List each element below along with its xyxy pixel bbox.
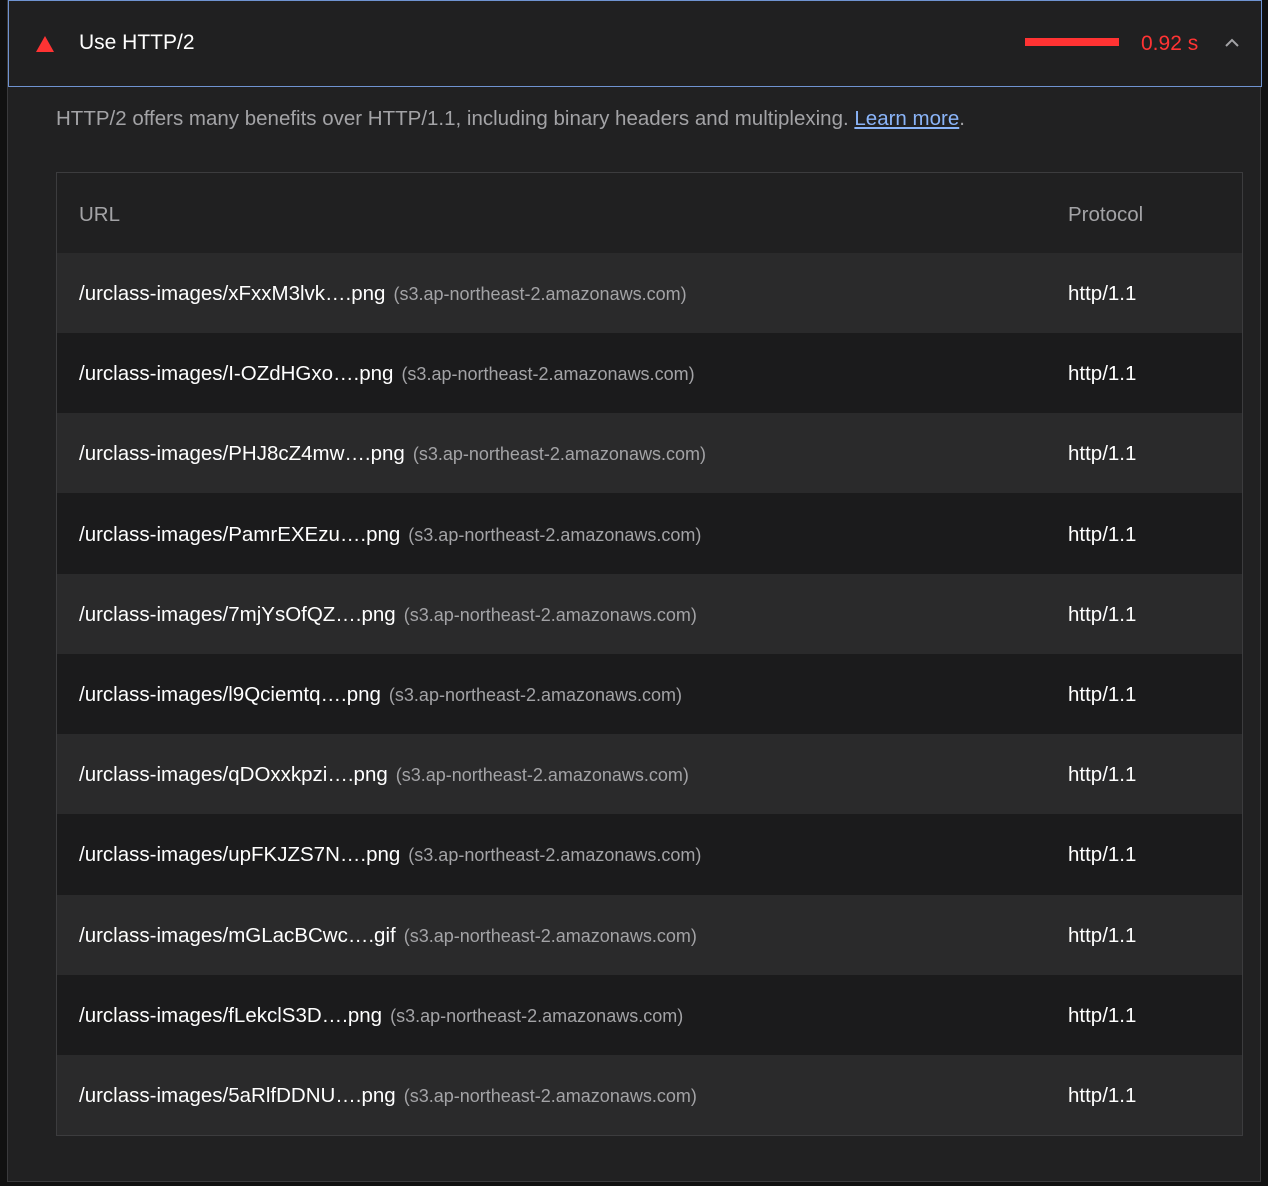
table-row: /urclass-images/5aRlfDDNU….png (s3.ap-nor… [57, 1055, 1242, 1135]
table-row: /urclass-images/7mjYsOfQZ….png (s3.ap-nor… [57, 573, 1242, 654]
table-row: /urclass-images/PHJ8cZ4mw….png (s3.ap-nor… [57, 413, 1242, 494]
url-cell: /urclass-images/5aRlfDDNU….png (s3.ap-nor… [79, 1083, 697, 1111]
table-row: /urclass-images/PamrEXEzu….png (s3.ap-nor… [57, 493, 1242, 574]
audit-header-toggle[interactable]: Use HTTP/2 0.92 s [8, 0, 1262, 87]
protocol-cell: http/1.1 [1068, 522, 1137, 546]
url-path[interactable]: /urclass-images/PamrEXEzu….png [79, 523, 400, 546]
learn-more-link[interactable]: Learn more [854, 107, 959, 130]
url-host: (s3.ap-northeast-2.amazonaws.com) [412, 444, 706, 465]
protocol-cell: http/1.1 [1068, 282, 1137, 305]
chevron-up-icon[interactable] [1224, 36, 1240, 48]
url-cell: /urclass-images/xFxxM3lvk….png (s3.ap-nor… [79, 281, 687, 309]
protocol-cell: http/1.1 [1068, 442, 1137, 466]
url-path[interactable]: /urclass-images/xFxxM3lvk….png [79, 282, 385, 305]
warning-triangle-icon [36, 36, 54, 52]
table-row: /urclass-images/I-OZdHGxo….png (s3.ap-nor… [57, 333, 1242, 414]
url-cell: /urclass-images/mGLacBCwc….gif (s3.ap-nor… [79, 923, 697, 951]
url-cell: /urclass-images/l9Qciemtq….png (s3.ap-nor… [79, 682, 682, 710]
column-header-protocol: Protocol [1068, 203, 1144, 226]
url-host: (s3.ap-northeast-2.amazonaws.com) [408, 845, 702, 866]
table-row: /urclass-images/fLekclS3D….png (s3.ap-nor… [57, 974, 1242, 1055]
url-cell: /urclass-images/PHJ8cZ4mw….png (s3.ap-nor… [79, 441, 706, 469]
protocol-cell: http/1.1 [1068, 843, 1137, 867]
url-path[interactable]: /urclass-images/qDOxxkpzi….png [79, 763, 388, 786]
description-period: . [959, 107, 965, 130]
url-cell: /urclass-images/fLekclS3D….png (s3.ap-nor… [79, 1003, 683, 1031]
url-path[interactable]: /urclass-images/mGLacBCwc….gif [79, 924, 396, 947]
url-path[interactable]: /urclass-images/PHJ8cZ4mw….png [79, 442, 405, 465]
protocol-cell: http/1.1 [1068, 1003, 1137, 1027]
url-path[interactable]: /urclass-images/I-OZdHGxo….png [79, 362, 393, 385]
protocol-cell: http/1.1 [1068, 683, 1137, 706]
protocol-cell: http/1.1 [1068, 763, 1137, 787]
protocol-cell: http/1.1 [1068, 1084, 1137, 1107]
url-cell: /urclass-images/PamrEXEzu….png (s3.ap-nor… [79, 522, 701, 550]
table-header: URL Protocol [57, 173, 1242, 253]
audit-description: HTTP/2 offers many benefits over HTTP/1.… [56, 106, 965, 132]
table-row: /urclass-images/qDOxxkpzi….png (s3.ap-nor… [57, 734, 1242, 815]
url-host: (s3.ap-northeast-2.amazonaws.com) [403, 1086, 697, 1106]
url-path[interactable]: /urclass-images/5aRlfDDNU….png [79, 1084, 396, 1107]
url-host: (s3.ap-northeast-2.amazonaws.com) [401, 364, 695, 385]
url-path[interactable]: /urclass-images/7mjYsOfQZ….png [79, 603, 396, 626]
column-header-url: URL [79, 203, 121, 226]
url-cell: /urclass-images/upFKJZS7N….png (s3.ap-nor… [79, 842, 701, 870]
table-row: /urclass-images/l9Qciemtq….png (s3.ap-nor… [57, 654, 1242, 734]
url-path[interactable]: /urclass-images/fLekclS3D….png [79, 1004, 382, 1027]
url-cell: /urclass-images/I-OZdHGxo….png (s3.ap-nor… [79, 361, 695, 389]
audit-title: Use HTTP/2 [79, 31, 195, 54]
url-host: (s3.ap-northeast-2.amazonaws.com) [408, 524, 702, 545]
table-row: /urclass-images/upFKJZS7N….png (s3.ap-nor… [57, 814, 1242, 895]
table-row: /urclass-images/mGLacBCwc….gif (s3.ap-nor… [57, 894, 1242, 975]
url-cell: /urclass-images/qDOxxkpzi….png (s3.ap-nor… [79, 762, 689, 790]
url-path[interactable]: /urclass-images/l9Qciemtq….png [79, 683, 381, 706]
url-cell: /urclass-images/7mjYsOfQZ….png (s3.ap-nor… [79, 602, 697, 630]
url-protocol-table: URL Protocol /urclass-images/xFxxM3lvk….… [56, 172, 1243, 1136]
url-host: (s3.ap-northeast-2.amazonaws.com) [393, 284, 687, 304]
url-host: (s3.ap-northeast-2.amazonaws.com) [395, 765, 689, 786]
savings-value: 0.92 s [1141, 32, 1199, 55]
url-host: (s3.ap-northeast-2.amazonaws.com) [390, 1005, 684, 1026]
audit-panel: Use HTTP/2 0.92 s HTTP/2 offers many ben… [7, 0, 1262, 1182]
url-path[interactable]: /urclass-images/upFKJZS7N….png [79, 843, 400, 866]
protocol-cell: http/1.1 [1068, 602, 1137, 626]
url-host: (s3.ap-northeast-2.amazonaws.com) [403, 604, 697, 625]
url-host: (s3.ap-northeast-2.amazonaws.com) [403, 925, 697, 946]
url-host: (s3.ap-northeast-2.amazonaws.com) [388, 685, 683, 705]
table-row: /urclass-images/xFxxM3lvk….png (s3.ap-nor… [57, 253, 1242, 333]
savings-bar [1025, 38, 1119, 46]
protocol-cell: http/1.1 [1068, 362, 1137, 386]
description-text: HTTP/2 offers many benefits over HTTP/1.… [56, 107, 849, 130]
protocol-cell: http/1.1 [1068, 923, 1137, 947]
